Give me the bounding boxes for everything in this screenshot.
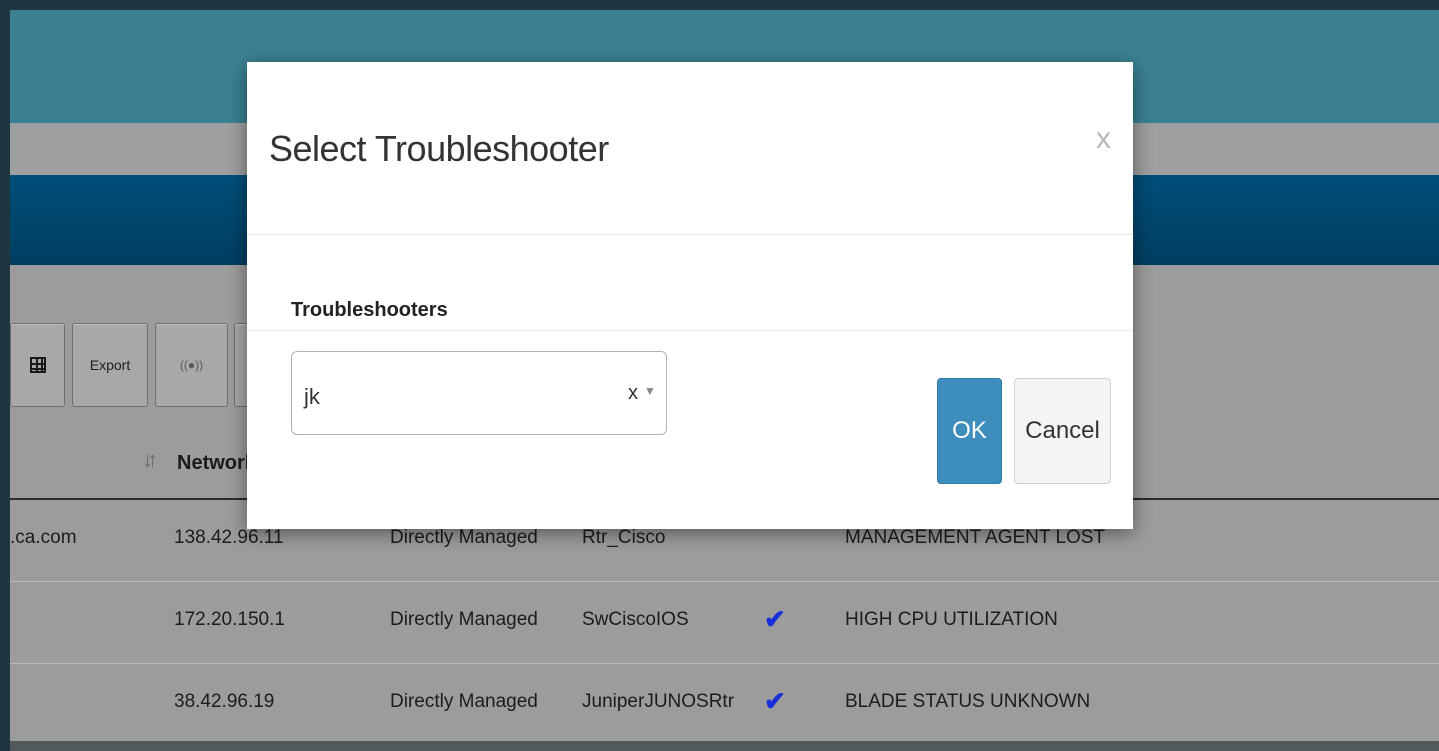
- cell-alarm: MANAGEMENT AGENT LOST: [845, 527, 1106, 548]
- broadcast-button[interactable]: ((●)): [155, 323, 228, 407]
- cell-type: SwCiscoIOS: [582, 609, 689, 630]
- cancel-button[interactable]: Cancel: [1014, 378, 1111, 484]
- cell-management: Directly Managed: [390, 527, 538, 548]
- cell-management: Directly Managed: [390, 691, 538, 712]
- cell-type: Rtr_Cisco: [582, 527, 666, 548]
- sort-icon[interactable]: ↓↑: [142, 447, 158, 473]
- select-troubleshooter-dialog: Select Troubleshooter x Troubleshooters …: [247, 62, 1133, 529]
- chevron-down-icon[interactable]: ▼: [644, 384, 656, 398]
- close-icon[interactable]: x: [1096, 122, 1111, 156]
- table-row[interactable]: 38.42.96.19 Directly Managed JuniperJUNO…: [10, 664, 1439, 746]
- check-icon: ✔: [764, 686, 786, 716]
- troubleshooters-label: Troubleshooters: [291, 299, 448, 321]
- grid-icon: [29, 357, 46, 373]
- select-value: jk: [304, 384, 320, 409]
- dialog-header-divider: [247, 234, 1133, 235]
- cell-type: JuniperJUNOSRtr: [582, 691, 735, 712]
- ok-button[interactable]: OK: [937, 378, 1002, 484]
- dialog-title: Select Troubleshooter: [269, 128, 609, 169]
- cell-management: Directly Managed: [390, 609, 538, 630]
- clear-selection-icon[interactable]: x: [628, 382, 638, 405]
- cell-alarm: BLADE STATUS UNKNOWN: [845, 691, 1091, 712]
- check-icon: ✔: [764, 604, 786, 634]
- cell-ip: 172.20.150.1: [174, 609, 285, 630]
- footer-strip: [10, 741, 1439, 751]
- table-row[interactable]: 172.20.150.1 Directly Managed SwCiscoIOS…: [10, 582, 1439, 664]
- cell-ip: 38.42.96.19: [174, 691, 275, 712]
- dialog-body-divider: [247, 330, 1133, 331]
- troubleshooters-select[interactable]: jk x ▼: [291, 351, 667, 435]
- export-button[interactable]: Export: [72, 323, 148, 407]
- broadcast-icon: ((●)): [179, 358, 204, 372]
- export-label: Export: [89, 357, 131, 373]
- cell-host: .ca.com: [10, 527, 77, 548]
- column-header-network[interactable]: Network: [177, 452, 256, 475]
- grid-view-button[interactable]: [10, 323, 65, 407]
- cell-ip: 138.42.96.11: [174, 527, 284, 548]
- cell-alarm: HIGH CPU UTILIZATION: [845, 609, 1058, 630]
